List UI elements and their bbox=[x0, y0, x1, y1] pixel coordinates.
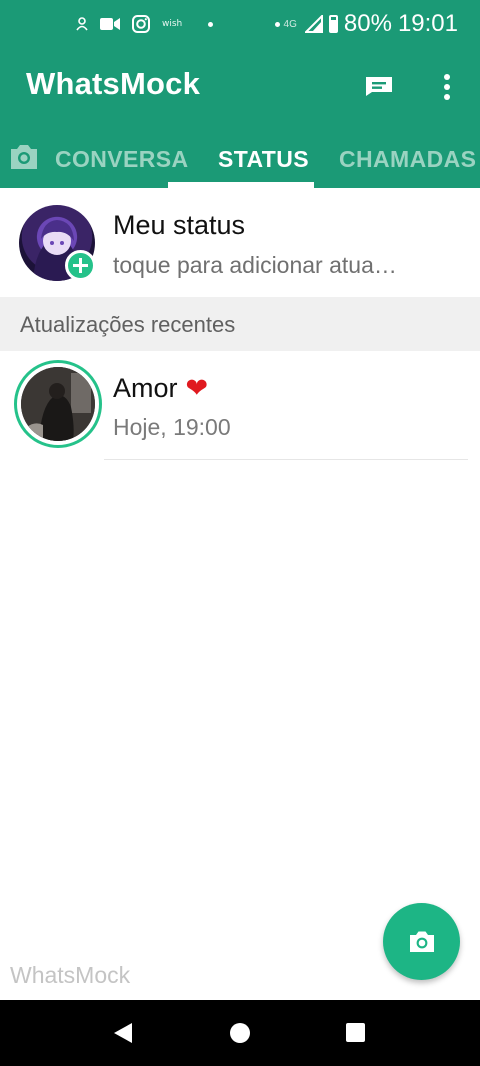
wish-label: wish bbox=[162, 19, 183, 29]
video-camera-icon bbox=[100, 18, 120, 30]
tab-status[interactable]: STATUS bbox=[218, 146, 309, 173]
my-status-row[interactable]: Meu status toque para adicionar atua… bbox=[0, 188, 480, 296]
recent-apps-icon[interactable] bbox=[346, 1023, 365, 1042]
battery-icon bbox=[328, 15, 338, 33]
app-title: WhatsMock bbox=[26, 66, 201, 101]
list-item[interactable]: Amor ❤ Hoje, 19:00 bbox=[0, 351, 480, 461]
app-bar: WhatsMock bbox=[0, 48, 480, 128]
new-chat-icon[interactable] bbox=[364, 75, 394, 97]
add-status-icon[interactable] bbox=[65, 250, 96, 281]
camera-tab-icon[interactable] bbox=[8, 142, 40, 172]
divider bbox=[104, 459, 468, 460]
system-navigation-bar bbox=[0, 1000, 480, 1066]
status-bar: wish 4G 80% 19:01 bbox=[0, 0, 480, 48]
recent-updates-header: Atualizações recentes bbox=[0, 297, 480, 351]
status-time: Hoje, 19:00 bbox=[113, 414, 231, 440]
camera-icon bbox=[409, 931, 434, 952]
system-indicators: 4G 80% 19:01 bbox=[284, 10, 458, 38]
notification-icons: wish bbox=[76, 13, 281, 35]
back-icon[interactable] bbox=[113, 1022, 133, 1044]
instagram-icon bbox=[132, 15, 150, 33]
camera-fab-button[interactable] bbox=[383, 903, 460, 980]
thumbnail-photo bbox=[21, 367, 95, 441]
contact-name: Amor ❤ bbox=[113, 373, 208, 404]
my-status-subtitle: toque para adicionar atua… bbox=[113, 252, 397, 278]
tab-conversa[interactable]: CONVERSA bbox=[55, 146, 189, 173]
notification-app-icon bbox=[76, 17, 88, 31]
contact-status-thumbnail bbox=[21, 367, 95, 441]
notification-dot-icon bbox=[275, 21, 281, 27]
heart-emoji: ❤ bbox=[185, 373, 209, 404]
notification-dot-icon bbox=[208, 21, 214, 27]
watermark: WhatsMock bbox=[10, 962, 131, 988]
home-icon[interactable] bbox=[230, 1023, 250, 1043]
battery-level: 80% bbox=[343, 10, 392, 37]
tab-bar: CONVERSA STATUS CHAMADAS bbox=[0, 128, 480, 188]
signal-icon bbox=[304, 15, 323, 33]
section-title: Atualizações recentes bbox=[20, 312, 236, 337]
network-type: 4G bbox=[283, 18, 297, 30]
my-status-title: Meu status bbox=[113, 210, 246, 240]
contact-name-text: Amor bbox=[113, 373, 178, 403]
clock: 19:01 bbox=[397, 10, 458, 37]
tab-chamadas[interactable]: CHAMADAS bbox=[339, 146, 476, 173]
more-options-icon[interactable] bbox=[432, 70, 462, 104]
